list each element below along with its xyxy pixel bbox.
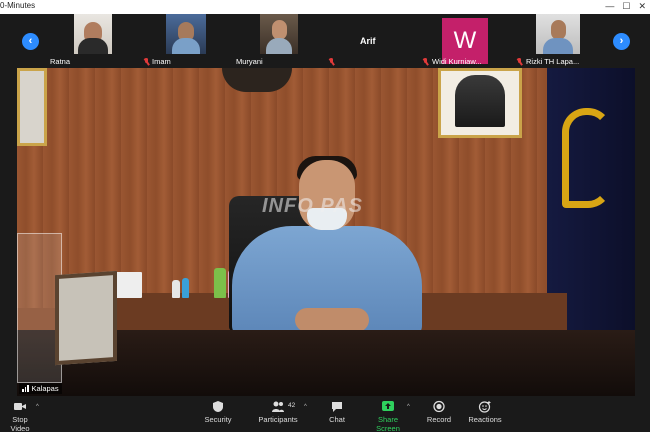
wall-portrait — [438, 68, 522, 138]
participants-strip: ‹ Ratna Imam Muryani Arif W Widi Kurniaw… — [0, 14, 650, 68]
participant-name: Imam — [152, 57, 171, 66]
speaker-name: Kalapas — [31, 384, 59, 393]
participant-name: Rizki TH Lapa... — [526, 57, 580, 66]
emoji-plus-icon — [478, 401, 491, 413]
signal-icon — [22, 385, 29, 392]
participant-tile[interactable]: Ratna — [44, 14, 114, 68]
reactions-button[interactable]: Reactions — [466, 400, 504, 424]
participant-tile[interactable]: Muryani — [234, 14, 302, 68]
chat-bubble-icon — [332, 402, 342, 412]
participants-options-caret[interactable]: ^ — [304, 404, 307, 410]
meeting-toolbar: Stop Video ^ Security Participants 42 ^ … — [0, 398, 650, 433]
window-title: 0-Minutes — [0, 1, 36, 10]
record-icon — [433, 400, 445, 413]
share-screen-button[interactable]: Share Screen — [366, 400, 410, 433]
watermark: INFO PAS — [262, 195, 363, 217]
participant-tile[interactable]: Rizki TH Lapa... — [512, 14, 592, 68]
record-button[interactable]: Record — [424, 400, 454, 424]
muted-mic-icon — [422, 58, 429, 66]
active-speaker-video[interactable]: INFO PAS Kalapas — [17, 68, 635, 396]
participants-count: 42 — [288, 402, 296, 409]
desk-photo-frame — [55, 270, 117, 366]
minimize-icon[interactable]: — — [605, 1, 614, 12]
maximize-icon[interactable]: ☐ — [622, 1, 630, 12]
muted-mic-icon — [516, 58, 523, 66]
next-page-button[interactable]: › — [613, 33, 630, 50]
security-button[interactable]: Security — [200, 400, 236, 424]
muted-mic-icon — [328, 58, 335, 66]
participant-name[interactable]: Arif — [360, 36, 376, 46]
video-options-caret[interactable]: ^ — [36, 404, 39, 410]
share-screen-icon — [382, 401, 394, 411]
participant-name: Ratna — [50, 57, 71, 66]
participant-tile[interactable] — [320, 14, 350, 68]
participant-name: Muryani — [236, 57, 263, 66]
stop-video-button[interactable]: Stop Video — [2, 400, 38, 433]
participant-tile[interactable]: Imam — [140, 14, 210, 68]
previous-page-button[interactable]: ‹ — [22, 33, 39, 50]
title-bar: 0-Minutes — ☐ ✕ — [0, 0, 650, 14]
muted-mic-icon — [143, 58, 150, 66]
share-options-caret[interactable]: ^ — [407, 404, 410, 410]
zoom-meeting-window: ‹ Ratna Imam Muryani Arif W Widi Kurniaw… — [0, 14, 650, 433]
participant-video — [166, 14, 206, 54]
participants-icon — [272, 401, 284, 412]
participant-video — [74, 14, 112, 54]
participant-name: Widi Kurniaw... — [432, 57, 482, 66]
shield-icon — [213, 401, 223, 412]
participant-tile[interactable]: Widi Kurniaw... — [418, 14, 498, 68]
chat-button[interactable]: Chat — [322, 400, 352, 424]
participant-video — [260, 14, 298, 54]
close-icon[interactable]: ✕ — [638, 1, 646, 12]
participant-video — [536, 14, 580, 54]
speaker-label: Kalapas — [19, 383, 62, 394]
wall-portrait — [17, 68, 47, 146]
video-camera-icon — [14, 403, 26, 410]
